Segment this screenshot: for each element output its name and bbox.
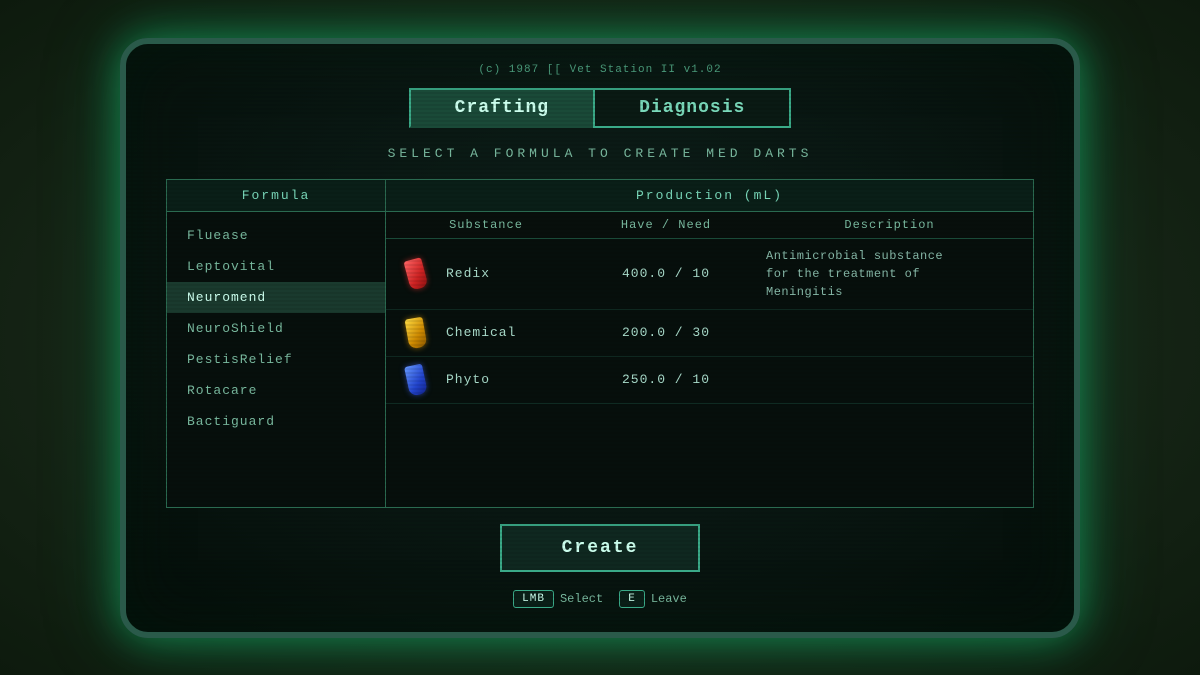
formula-item-neuroshield[interactable]: NeuroShield (167, 313, 385, 344)
substance-row-redix: Redix 400.0 / 10 Antimicrobial substance… (386, 239, 1033, 310)
substance-name-redix: Redix (446, 266, 586, 281)
col-header-have-need: Have / Need (586, 212, 746, 238)
substance-row-phyto: Phyto 250.0 / 10 (386, 357, 1033, 404)
substance-rows: Redix 400.0 / 10 Antimicrobial substance… (386, 239, 1033, 507)
tab-diagnosis[interactable]: Diagnosis (593, 88, 791, 128)
formula-item-neuromend[interactable]: Neuromend (167, 282, 385, 313)
hint-lmb-label: Select (560, 592, 603, 606)
formula-item-rotacare[interactable]: Rotacare (167, 375, 385, 406)
substance-desc-redix: Antimicrobial substancefor the treatment… (746, 247, 1033, 301)
formula-panel: Formula Fluease Leptovital Neuromend Neu… (166, 179, 386, 508)
formula-item-leptovital[interactable]: Leptovital (167, 251, 385, 282)
tab-crafting[interactable]: Crafting (409, 88, 593, 128)
bottom-row: Create (500, 508, 701, 580)
footer-hints: LMB Select E Leave (513, 590, 687, 608)
substance-amounts-chemical: 200.0 / 30 (586, 325, 746, 340)
key-lmb: LMB (513, 590, 554, 608)
formula-panel-header: Formula (167, 180, 385, 212)
vial-icon-phyto (386, 365, 446, 395)
formula-item-fluease[interactable]: Fluease (167, 220, 385, 251)
vial-blue (404, 363, 428, 396)
formula-list: Fluease Leptovital Neuromend NeuroShield… (167, 212, 385, 507)
key-e: E (619, 590, 645, 608)
formula-item-pestisrelief[interactable]: PestisRelief (167, 344, 385, 375)
substance-row-chemical: Chemical 200.0 / 30 (386, 310, 1033, 357)
terminal-screen: (c) 1987 [[ Vet Station II v1.02 Craftin… (120, 38, 1080, 638)
substance-name-chemical: Chemical (446, 325, 586, 340)
substance-amounts-phyto: 250.0 / 10 (586, 372, 746, 387)
col-header-substance: Substance (386, 212, 586, 238)
copyright-text: (c) 1987 [[ Vet Station II v1.02 (478, 64, 721, 76)
col-header-description: Description (746, 212, 1033, 238)
production-subheader: Substance Have / Need Description (386, 212, 1033, 239)
vial-icon-redix (386, 259, 446, 289)
production-panel: Production (mL) Substance Have / Need De… (386, 179, 1034, 508)
create-button[interactable]: Create (500, 524, 701, 572)
vial-red (403, 257, 428, 291)
page-subtitle: SELECT A FORMULA TO CREATE MED DARTS (388, 146, 813, 161)
substance-amounts-redix: 400.0 / 10 (586, 266, 746, 281)
vial-yellow (405, 316, 428, 349)
hint-e: E Leave (619, 590, 687, 608)
formula-item-bactiguard[interactable]: Bactiguard (167, 406, 385, 437)
tab-bar: Crafting Diagnosis (409, 88, 792, 128)
vial-icon-chemical (386, 318, 446, 348)
production-panel-header: Production (mL) (386, 180, 1033, 212)
main-content: Formula Fluease Leptovital Neuromend Neu… (166, 179, 1034, 508)
hint-lmb: LMB Select (513, 590, 603, 608)
hint-e-label: Leave (651, 592, 687, 606)
substance-name-phyto: Phyto (446, 372, 586, 387)
